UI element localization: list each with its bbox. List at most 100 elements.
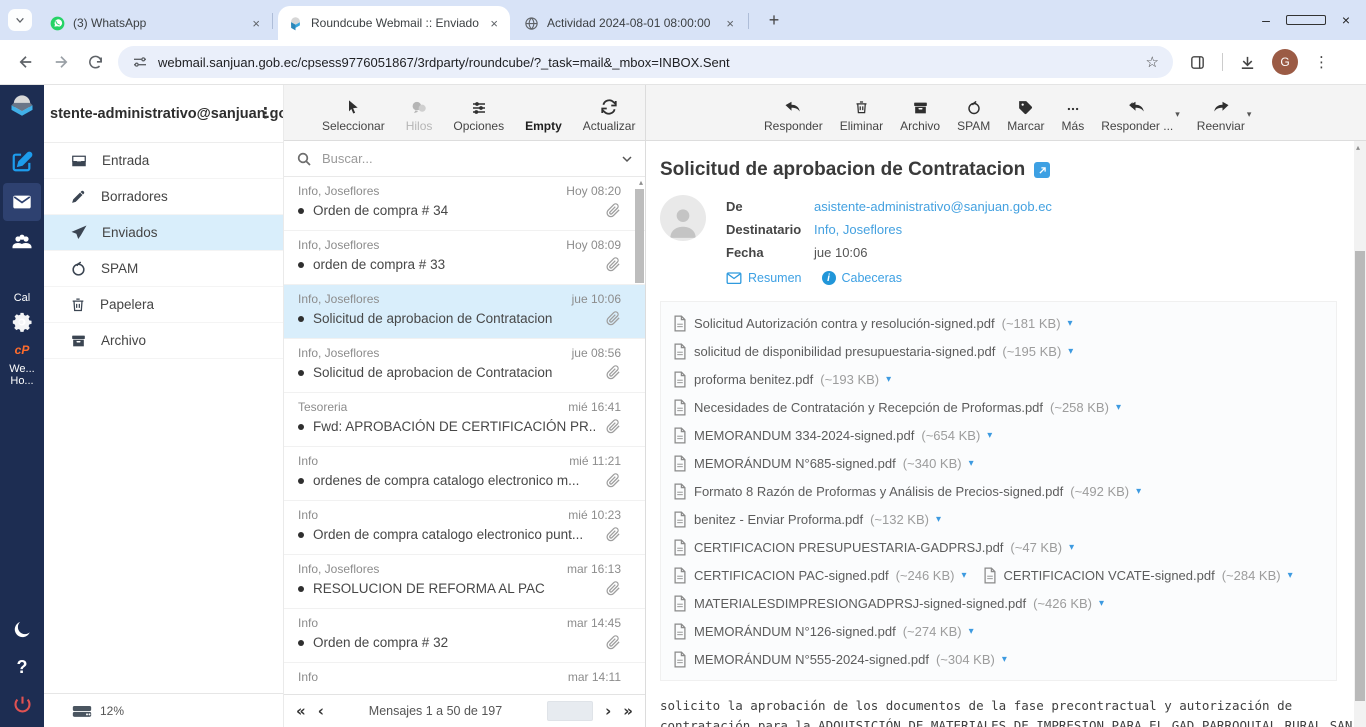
message-list-item[interactable]: Info, Josefloresmar 16:13 RESOLUCION DE … [284,555,645,609]
folder-archivo[interactable]: Archivo [44,323,283,359]
message-list-item[interactable]: Info, Josefloresjue 08:56 Solicitud de a… [284,339,645,393]
tab-search-button[interactable] [8,9,32,31]
folder-borradores[interactable]: Borradores [44,179,283,215]
downloads-button[interactable] [1239,54,1256,71]
logout-button[interactable] [0,694,44,715]
tab-close-icon[interactable]: × [488,16,500,31]
attachment[interactable]: MEMORÁNDUM N°685-signed.pdf(~340 KB)▾ [673,455,974,472]
options-button[interactable]: Opciones [453,96,504,133]
site-settings-icon[interactable] [132,54,148,70]
message-list-item[interactable]: Tesoreriamié 16:41 Fwd: APROBACIÓN DE CE… [284,393,645,447]
attachment-menu-icon[interactable]: ▾ [1069,542,1074,553]
search-options-chevron[interactable] [621,153,633,165]
headers-link[interactable]: i Cabeceras [822,271,902,285]
attachment[interactable]: CERTIFICACION PRESUPUESTARIA-GADPRSJ.pdf… [673,539,1074,556]
refresh-button[interactable]: Actualizar [583,96,636,133]
delete-button[interactable]: Eliminar [840,96,883,133]
maximize-button[interactable] [1286,12,1326,28]
message-list-item[interactable]: Infomar 14:45 Orden de compra # 32 [284,609,645,663]
browser-menu-button[interactable]: ⋮ [1314,53,1329,71]
reply-button[interactable]: Responder [764,96,823,133]
threads-button[interactable]: Hilos [406,96,433,133]
new-tab-button[interactable]: + [762,10,786,31]
message-list-item[interactable]: Info, JosefloresHoy 08:20 Orden de compr… [284,177,645,231]
message-list-item[interactable]: Infomié 11:21 ordenes de compra catalogo… [284,447,645,501]
last-page-button[interactable]: » [623,702,633,720]
attachment[interactable]: proforma benitez.pdf(~193 KB)▾ [673,371,891,388]
tab-whatsapp[interactable]: (3) WhatsApp × [40,6,272,40]
folder-entrada[interactable]: Entrada [44,143,283,179]
message-list-item[interactable]: Infomar 14:11 [284,663,645,694]
forward-button[interactable]: Reenviar [1197,96,1245,133]
folder-papelera[interactable]: Papelera [44,287,283,323]
empty-button[interactable]: Empty [525,96,562,133]
attachment-menu-icon[interactable]: ▾ [987,430,992,441]
page-number-input[interactable] [547,701,593,721]
account-menu-icon[interactable]: ⋮ [258,104,273,122]
attachment[interactable]: CERTIFICACION PAC-signed.pdf(~246 KB)▾ [673,567,967,584]
attachment[interactable]: Necesidades de Contratación y Recepción … [673,399,1121,416]
next-page-button[interactable]: › [605,702,611,720]
minimize-button[interactable]: – [1246,12,1286,28]
calendar-nav-button[interactable]: Cal [0,292,44,305]
prev-page-button[interactable]: ‹ [318,702,324,720]
attachment[interactable]: MEMORÁNDUM N°555-2024-signed.pdf(~304 KB… [673,651,1007,668]
spam-button[interactable]: SPAM [957,96,990,133]
url-field[interactable]: webmail.sanjuan.gob.ec/cpsess9776051867/… [118,46,1173,78]
archive-button[interactable]: Archivo [900,96,940,133]
back-button[interactable] [17,53,35,71]
attachment-menu-icon[interactable]: ▾ [969,458,974,469]
list-scrollbar[interactable] [635,189,644,283]
message-list-item-selected[interactable]: Info, Josefloresjue 10:06 Solicitud de a… [284,285,645,339]
search-input[interactable] [322,151,611,166]
close-window-button[interactable]: × [1326,12,1366,28]
to-addresses-link[interactable]: Info, Joseflores [814,218,902,241]
attachment[interactable]: MATERIALESDIMPRESIONGADPRSJ-signed-signe… [673,595,1104,612]
scroll-up-icon[interactable]: ▴ [1356,143,1360,152]
reply-all-dropdown-icon[interactable]: ▾ [1175,110,1180,120]
list-scroll-up-icon[interactable]: ▴ [639,178,643,187]
scrollbar-thumb[interactable] [1355,251,1365,701]
attachment[interactable]: MEMORÁNDUM N°126-signed.pdf(~274 KB)▾ [673,623,974,640]
attachment-menu-icon[interactable]: ▾ [1116,402,1121,413]
first-page-button[interactable]: « [296,702,306,720]
folder-enviados-selected[interactable]: Enviados [44,215,283,251]
tab-close-icon[interactable]: × [250,16,262,31]
message-list-item[interactable]: Infomié 10:23 Orden de compra catalogo e… [284,501,645,555]
forward-dropdown-icon[interactable]: ▾ [1247,110,1252,120]
mail-nav-button[interactable] [3,183,41,221]
attachment[interactable]: solicitud de disponibilidad presupuestar… [673,343,1073,360]
attachment-menu-icon[interactable]: ▾ [936,514,941,525]
attachment-menu-icon[interactable]: ▾ [1136,486,1141,497]
folder-spam[interactable]: SPAM [44,251,283,287]
reload-button[interactable] [87,54,104,71]
attachment-menu-icon[interactable]: ▾ [1068,346,1073,357]
attachment-menu-icon[interactable]: ▾ [961,570,966,581]
attachment[interactable]: Formato 8 Razón de Proformas y Análisis … [673,483,1141,500]
from-address-link[interactable]: asistente-administrativo@sanjuan.gob.ec [814,195,1052,218]
mark-button[interactable]: Marcar [1007,96,1044,133]
reply-all-button[interactable]: Responder ... [1101,96,1173,133]
side-panel-button[interactable] [1189,54,1206,71]
tab-actividad[interactable]: Actividad 2024-08-01 08:00:00 × [514,6,746,40]
reading-pane-scrollbar[interactable]: ▴ [1354,141,1366,727]
help-button[interactable]: ? [0,657,44,678]
attachment-menu-icon[interactable]: ▾ [1099,598,1104,609]
profile-avatar[interactable]: G [1272,49,1298,75]
bookmark-star-icon[interactable]: ☆ [1146,53,1159,71]
message-list-item[interactable]: Info, JosefloresHoy 08:09 orden de compr… [284,231,645,285]
attachment[interactable]: MEMORANDUM 334-2024-signed.pdf(~654 KB)▾ [673,427,992,444]
cpanel-nav-button[interactable]: cP [0,343,44,357]
attachment-menu-icon[interactable]: ▾ [1002,654,1007,665]
tab-close-icon[interactable]: × [724,16,736,31]
attachment[interactable]: Solicitud Autorización contra y resoluci… [673,315,1073,332]
forward-button[interactable] [52,53,70,71]
webhost-nav-button[interactable]: We...Ho... [0,363,44,388]
compose-button[interactable] [3,143,41,181]
attachment-menu-icon[interactable]: ▾ [1288,570,1293,581]
attachment-menu-icon[interactable]: ▾ [969,626,974,637]
attachment[interactable]: CERTIFICACION VCATE-signed.pdf(~284 KB)▾ [983,567,1293,584]
select-button[interactable]: Seleccionar [322,96,385,133]
settings-nav-button[interactable] [0,311,44,333]
tab-roundcube-active[interactable]: Roundcube Webmail :: Enviado: × [278,6,510,40]
